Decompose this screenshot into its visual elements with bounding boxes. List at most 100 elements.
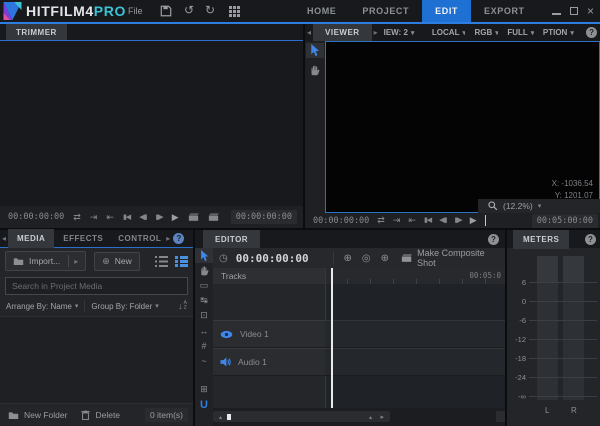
marker-icon[interactable]: ◎ — [362, 253, 371, 264]
list-view-icon[interactable] — [155, 255, 168, 267]
loop-playback-icon[interactable]: ⇄ — [377, 216, 385, 225]
timeline-zoom-scrollbar[interactable]: ▴ ▴ ▸ — [213, 411, 390, 422]
universal-button[interactable]: U — [195, 397, 213, 412]
scroll-thumb[interactable] — [227, 413, 231, 420]
quality-dropdown[interactable]: FULL ▾ — [507, 28, 534, 37]
goto-out-icon[interactable]: ⇥ — [393, 216, 401, 225]
editor-timecode[interactable]: 00:00:00:00 — [236, 252, 309, 265]
view-dropdown[interactable]: IEW: 2 ▾ — [384, 28, 425, 37]
track-audio-speaker-icon[interactable] — [220, 357, 231, 367]
track-visibility-eye-icon[interactable] — [220, 330, 233, 339]
zoom-out-handle-icon[interactable]: ▴ — [219, 414, 222, 421]
zoom-in-handle-icon[interactable]: ▴ — [369, 414, 372, 421]
import-button[interactable]: Import... ▸ — [5, 251, 87, 271]
tabs-scroll-right-icon[interactable]: ▸ — [372, 28, 380, 37]
new-button[interactable]: ⊕ New — [94, 251, 140, 271]
viewer-canvas[interactable]: X: -1036.54 Y: 1201.07 — [325, 41, 600, 213]
make-composite-shot-button[interactable]: Make Composite Shot — [401, 248, 499, 268]
clock-icon[interactable]: ◷ — [219, 253, 228, 264]
play-icon[interactable]: ▶ — [470, 216, 477, 225]
insert-clip-icon[interactable] — [188, 212, 199, 222]
close-icon[interactable]: × — [587, 5, 594, 17]
delete-button[interactable]: Delete — [81, 410, 120, 420]
slip-tool[interactable]: ⊡ — [195, 308, 213, 323]
tab-editor[interactable]: EDITOR — [203, 229, 261, 249]
file-menu[interactable]: File — [128, 6, 143, 16]
minimize-icon[interactable] — [551, 7, 561, 15]
coordinate-x: X: -1036.54 — [551, 179, 593, 188]
track-options-button[interactable]: ⊞ — [195, 382, 213, 397]
goto-in-icon[interactable]: ⇤ — [106, 212, 114, 222]
group-by-dropdown[interactable]: Group By: Folder ▾ — [91, 302, 158, 311]
set-out-point-icon[interactable]: ⊕ — [381, 253, 389, 264]
save-icon[interactable] — [160, 5, 172, 17]
redo-icon[interactable]: ↻ — [205, 3, 215, 17]
tab-effects[interactable]: EFFECTS — [54, 229, 112, 248]
import-menu-arrow-icon[interactable]: ▸ — [74, 257, 78, 266]
undo-icon[interactable]: ↺ — [184, 3, 194, 17]
meters-help-icon[interactable]: ? — [585, 233, 596, 245]
viewer-mini-playhead[interactable] — [484, 215, 486, 226]
editor-help-icon[interactable]: ? — [488, 233, 499, 245]
snap-toggle[interactable]: # — [195, 338, 213, 353]
tabs-scroll-left-icon[interactable]: ◂ — [0, 234, 8, 243]
hand-tool[interactable] — [305, 62, 323, 77]
slip-tool-icon: ⊡ — [200, 310, 208, 320]
arrange-by-dropdown[interactable]: Arrange By: Name ▾ — [6, 302, 78, 311]
tab-edit[interactable]: EDIT — [422, 0, 472, 22]
search-input[interactable] — [5, 277, 188, 295]
select-tool[interactable] — [306, 43, 324, 58]
tab-project[interactable]: PROJECT — [349, 0, 422, 22]
audio-track-lane[interactable] — [325, 348, 505, 376]
loop-playback-icon[interactable]: ⇄ — [73, 212, 81, 222]
media-list-area[interactable] — [0, 316, 193, 404]
slide-tool[interactable]: ↔ — [195, 323, 213, 338]
meter-gridline — [529, 377, 597, 378]
jump-start-icon[interactable]: ▮◀ — [424, 217, 432, 224]
rate-stretch-tool[interactable]: ~ — [195, 353, 213, 368]
rgb-dropdown[interactable]: RGB ▾ — [474, 28, 498, 37]
overlay-clip-icon[interactable] — [208, 212, 219, 222]
audio-track-header[interactable]: Audio 1 — [213, 348, 325, 376]
scroll-right-arrow-icon[interactable]: ▸ — [380, 413, 384, 421]
sort-direction-icon[interactable]: ↓ AZ — [178, 301, 187, 312]
viewer-help-icon[interactable]: ? — [586, 27, 597, 38]
timeline-ruler[interactable]: 00:05:0 — [325, 268, 505, 284]
video-track-lane[interactable] — [325, 320, 505, 348]
playhead[interactable] — [331, 268, 333, 408]
tab-meters[interactable]: METERS — [513, 229, 570, 249]
tab-controls[interactable]: CONTROL — [112, 229, 164, 248]
tab-viewer[interactable]: VIEWER — [313, 24, 372, 41]
ripple-edit-tool[interactable]: ↹ — [195, 293, 213, 308]
tab-export[interactable]: EXPORT — [471, 0, 538, 22]
viewer-zoom-control[interactable]: (12.2%) ▾ — [478, 199, 600, 213]
tabs-scroll-left-icon[interactable]: ◂ — [305, 28, 313, 37]
detail-view-icon[interactable] — [175, 255, 188, 267]
layout-grid-icon[interactable] — [229, 6, 240, 17]
hand-tool[interactable] — [195, 263, 213, 278]
play-icon[interactable]: ▶ — [172, 212, 179, 222]
tab-media[interactable]: MEDIA — [8, 229, 55, 248]
channels-scope-dropdown[interactable]: LOCAL ▾ — [432, 28, 466, 37]
step-forward-icon[interactable]: ▮▶ — [155, 214, 163, 221]
tabs-scroll-right-icon[interactable]: ▸ — [164, 234, 172, 243]
options-dropdown[interactable]: PTION ▾ — [543, 28, 586, 37]
media-help-icon[interactable]: ? — [173, 233, 185, 244]
set-in-point-icon[interactable]: ⊕ — [344, 253, 352, 264]
slice-tool[interactable]: ▭ — [195, 278, 213, 293]
new-folder-button[interactable]: New Folder — [8, 410, 67, 420]
trimmer-transport-bar: 00:00:00:00 ⇄ ⇥ ⇤ ▮◀ ◀▮ ▮▶ ▶ 00:00:00:00 — [0, 206, 303, 228]
maximize-icon[interactable] — [569, 7, 578, 15]
select-tool[interactable] — [195, 248, 213, 263]
video-track-header[interactable]: Video 1 — [213, 320, 325, 348]
step-back-icon[interactable]: ◀▮ — [439, 217, 447, 224]
goto-out-icon[interactable]: ⇥ — [90, 212, 98, 222]
tab-trimmer[interactable]: TRIMMER — [6, 24, 67, 40]
step-back-icon[interactable]: ◀▮ — [139, 214, 147, 221]
delete-label: Delete — [95, 410, 121, 420]
goto-in-icon[interactable]: ⇤ — [408, 216, 416, 225]
arrange-by-label: Arrange By: Name — [6, 301, 72, 311]
step-forward-icon[interactable]: ▮▶ — [454, 217, 462, 224]
tab-home[interactable]: HOME — [294, 0, 349, 22]
jump-start-icon[interactable]: ▮◀ — [123, 214, 131, 221]
